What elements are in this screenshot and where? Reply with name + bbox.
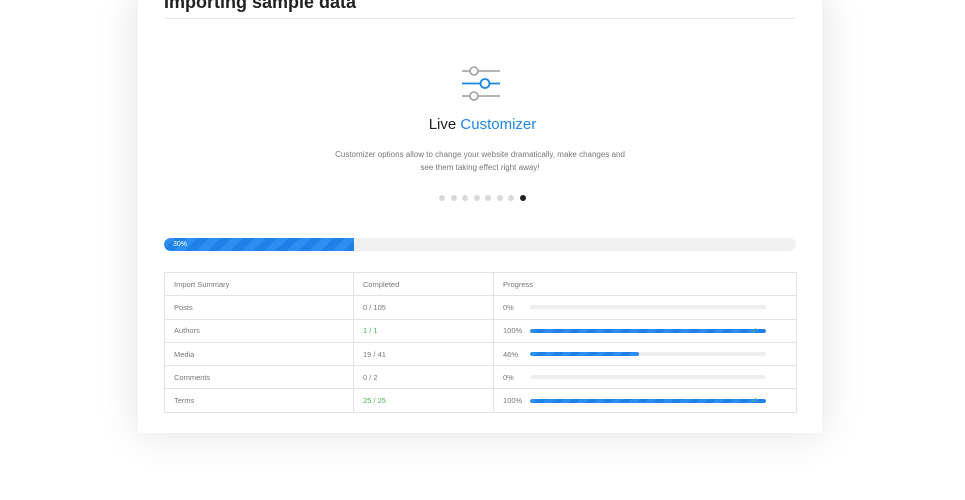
- carousel-dot[interactable]: [462, 195, 469, 201]
- row-completed: 19 / 41: [353, 341, 494, 367]
- sliders-icon: [462, 66, 500, 101]
- row-name: Comments: [164, 365, 354, 390]
- header-progress: Progress: [493, 271, 797, 297]
- row-completed: 0 / 105: [353, 295, 494, 320]
- slide-heading: Live Customizer: [0, 116, 965, 133]
- overall-progress-fill: 30%: [164, 238, 354, 251]
- carousel-dot[interactable]: [508, 195, 515, 201]
- row-progress: 100% ✓: [493, 388, 797, 413]
- row-completed: 0 / 2: [353, 365, 494, 390]
- table-header-row: Import Summary Completed Progress: [164, 271, 797, 297]
- row-progress-bar: [530, 375, 766, 380]
- table-row: Media 19 / 41 46%: [164, 341, 797, 367]
- row-progress: 100% ✓: [493, 318, 797, 343]
- table-row: Authors 1 / 1 100% ✓: [164, 318, 797, 343]
- row-progress-bar: [530, 398, 766, 403]
- carousel-dot[interactable]: [519, 195, 526, 201]
- table-row: Posts 0 / 105 0%: [164, 295, 797, 320]
- row-completed: 1 / 1: [353, 318, 494, 343]
- row-progress-label: 0%: [503, 372, 514, 382]
- row-name: Authors: [164, 318, 354, 343]
- title-divider: [164, 18, 796, 19]
- carousel-dot[interactable]: [473, 195, 480, 201]
- slide-heading-accent: Customizer: [460, 116, 537, 133]
- carousel-dot[interactable]: [439, 195, 446, 201]
- row-progress: 0%: [493, 365, 797, 390]
- table-row: Terms 25 / 25 100% ✓: [164, 388, 797, 413]
- row-name: Posts: [164, 295, 354, 320]
- row-progress-bar: [530, 352, 766, 357]
- overall-progress-label: 30%: [173, 241, 188, 248]
- carousel-dot[interactable]: [496, 195, 503, 201]
- row-progress-fill: [530, 398, 766, 403]
- checkmark-icon: ✓: [751, 326, 758, 336]
- row-name: Terms: [164, 388, 354, 413]
- row-progress-fill: [530, 328, 766, 333]
- row-progress-label: 0%: [503, 302, 514, 312]
- row-progress-label: 46%: [503, 349, 519, 359]
- row-progress: 0%: [493, 295, 797, 320]
- slide-description: Customizer options allow to change your …: [335, 150, 625, 172]
- row-progress-bar: [530, 305, 766, 310]
- row-progress-fill: [530, 352, 639, 357]
- carousel-dots: [0, 195, 965, 201]
- checkmark-icon: ✓: [751, 396, 758, 406]
- row-name: Media: [164, 341, 354, 367]
- header-completed: Completed: [353, 271, 494, 297]
- header-import-summary: Import Summary: [164, 271, 354, 297]
- row-progress-label: 100%: [503, 396, 523, 406]
- page-title: Importing sample data: [164, 0, 357, 12]
- carousel-dot[interactable]: [450, 195, 457, 201]
- row-progress: 46%: [493, 341, 797, 367]
- row-progress-label: 100%: [503, 326, 523, 336]
- carousel-dot[interactable]: [485, 195, 492, 201]
- import-summary-table: Import Summary Completed Progress Posts 0…: [164, 271, 797, 413]
- overall-progress-bar: 30%: [164, 238, 796, 251]
- slide-heading-plain: Live: [428, 116, 457, 133]
- row-progress-bar: [530, 328, 766, 333]
- row-completed: 25 / 25: [353, 388, 494, 413]
- table-row: Comments 0 / 2 0%: [164, 365, 797, 390]
